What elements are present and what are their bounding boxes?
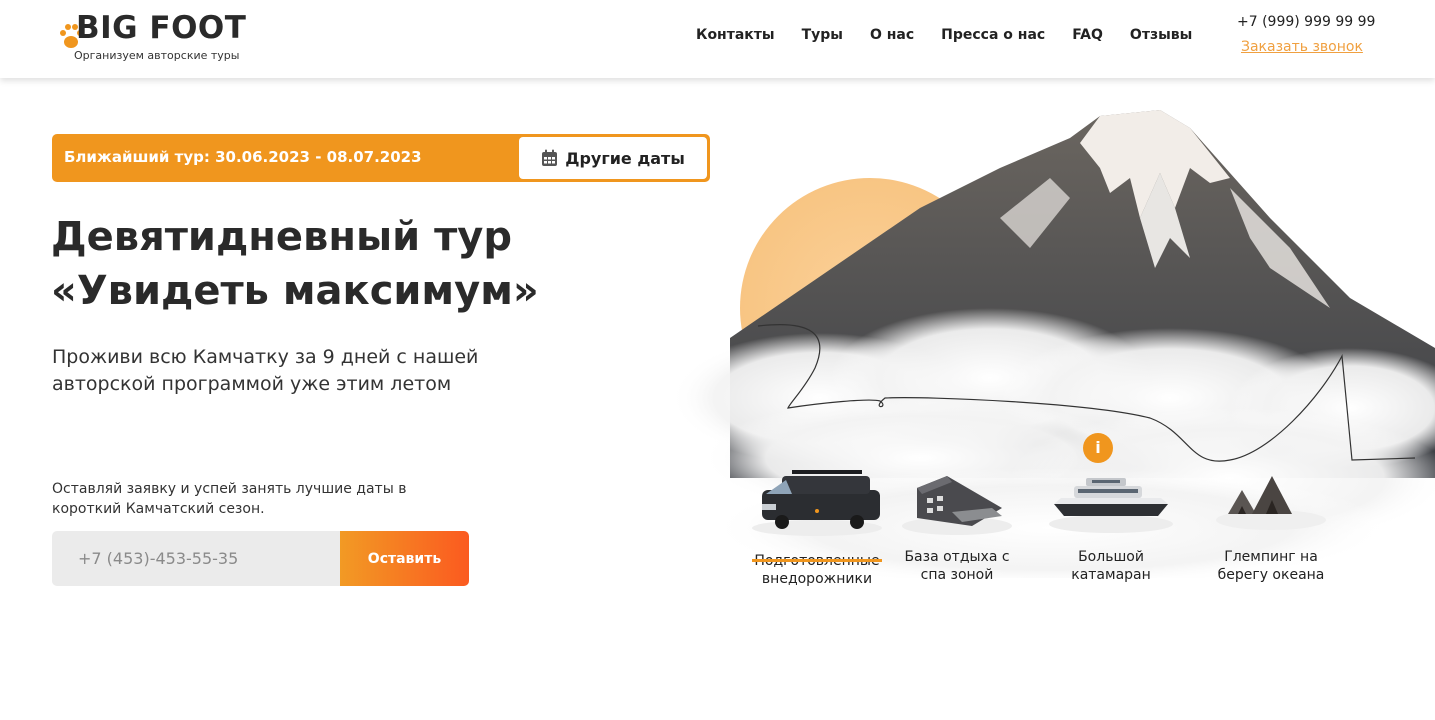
phone-input[interactable] — [52, 531, 342, 586]
resort-building-icon — [902, 476, 1012, 535]
glamping-tent-icon — [1216, 476, 1326, 530]
form-note: Оставляй заявку и успей занять лучшие да… — [52, 481, 407, 517]
logo-text: BIG FOOT — [76, 10, 247, 46]
page-title: Девятидневный тур «Увидеть максимум» — [51, 210, 691, 318]
nav-tours[interactable]: Туры — [802, 27, 843, 43]
nearest-tour-label: Ближайший тур: 30.06.2023 - 08.07.2023 — [64, 148, 422, 166]
nav-faq[interactable]: FAQ — [1072, 27, 1103, 43]
submit-button[interactable]: Оставить — [340, 531, 469, 586]
calendar-icon — [542, 149, 558, 166]
nav-about[interactable]: О нас — [870, 27, 914, 43]
info-badge[interactable]: i — [1083, 433, 1113, 463]
nav-contacts[interactable]: Контакты — [696, 27, 775, 43]
logo[interactable]: BIG FOOT Организуем авторские туры — [58, 8, 258, 68]
title-line-1: Девятидневный тур — [51, 214, 512, 260]
other-dates-label: Другие даты — [565, 148, 685, 168]
callback-link[interactable]: Заказать звонок — [1241, 39, 1363, 55]
feature-offroad[interactable]: Подготовленные внедорожники — [752, 468, 882, 588]
hero-subtitle: Проживи всю Камчатку за 9 дней с нашей а… — [52, 346, 479, 395]
feature-label: Подготовленные внедорожники — [754, 553, 879, 587]
active-feature-indicator — [752, 559, 882, 562]
feature-label: Большой катамаран — [1071, 549, 1151, 583]
header-phone[interactable]: +7 (999) 999 99 99 — [1237, 14, 1375, 30]
feature-resort[interactable]: База отдыха с спа зоной — [892, 468, 1022, 584]
site-header: BIG FOOT Организуем авторские туры Конта… — [0, 0, 1435, 78]
nav-reviews[interactable]: Отзывы — [1130, 27, 1192, 43]
main-nav: Контакты Туры О нас Пресса о нас FAQ Отз… — [696, 27, 1219, 43]
offroad-truck-icon — [752, 470, 882, 536]
title-line-2: «Увидеть максимум» — [51, 268, 539, 314]
catamaran-icon — [1049, 478, 1173, 533]
feature-label: Глемпинг на берегу океана — [1217, 549, 1325, 583]
nearest-tour-bar: Ближайший тур: 30.06.2023 - 08.07.2023 Д… — [52, 134, 710, 182]
feature-label: База отдыха с спа зоной — [904, 549, 1010, 583]
nav-press[interactable]: Пресса о нас — [941, 27, 1045, 43]
features-list: Подготовленные внедорожники База отдыха … — [752, 468, 1435, 618]
feature-glamping[interactable]: Глемпинг на берегу океана — [1206, 468, 1336, 584]
feature-catamaran[interactable]: Большой катамаран — [1046, 468, 1176, 584]
logo-tagline: Организуем авторские туры — [74, 49, 240, 62]
